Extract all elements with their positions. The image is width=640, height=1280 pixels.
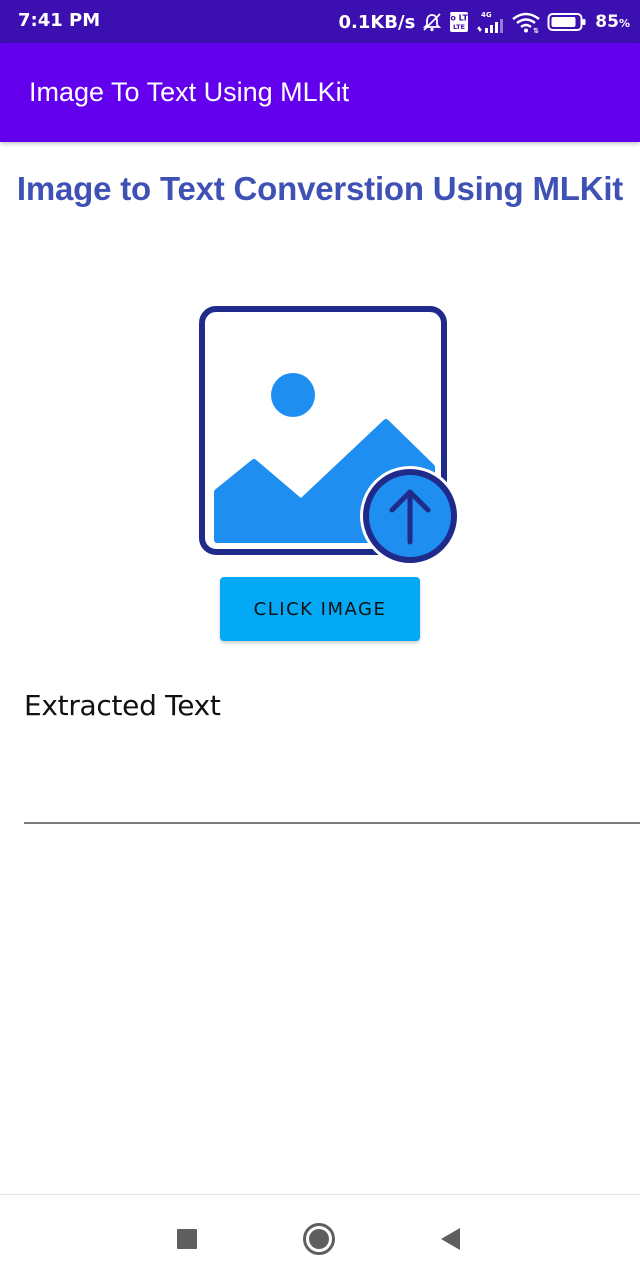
screen: 7:41 PM 0.1KB/s Vo LTE LTE 4G	[0, 0, 640, 1280]
home-button[interactable]	[301, 1221, 337, 1257]
cellular-signal-icon: 4G	[477, 11, 504, 33]
app-bar: Image To Text Using MLKit	[0, 43, 640, 142]
battery-level-text: 85%	[595, 12, 630, 32]
system-nav-bar	[0, 1194, 640, 1280]
status-time: 7:41 PM	[18, 10, 101, 31]
network-speed: 0.1KB/s	[338, 11, 416, 33]
extracted-text-field[interactable]	[24, 740, 640, 824]
home-circle-icon	[303, 1223, 335, 1255]
svg-text:⇅: ⇅	[533, 27, 539, 34]
recents-button[interactable]	[169, 1221, 205, 1257]
image-upload-icon[interactable]	[196, 302, 468, 574]
click-image-button[interactable]: CLICK IMAGE	[220, 577, 420, 641]
alarm-off-icon	[423, 13, 442, 32]
battery-icon	[547, 13, 586, 31]
wifi-icon: ⇅	[512, 12, 541, 34]
status-bar: 7:41 PM 0.1KB/s Vo LTE LTE 4G	[0, 0, 640, 43]
recents-square-icon	[177, 1229, 197, 1249]
svg-text:4G: 4G	[481, 11, 492, 19]
volte-icon: Vo LTE LTE	[449, 12, 469, 32]
back-button[interactable]	[432, 1221, 468, 1257]
extracted-text-label: Extracted Text	[24, 689, 221, 722]
svg-text:LTE: LTE	[453, 23, 465, 31]
page-heading: Image to Text Converstion Using MLKit	[16, 170, 624, 207]
app-title: Image To Text Using MLKit	[29, 77, 350, 107]
svg-text:Vo LTE: Vo LTE	[449, 14, 469, 23]
back-triangle-icon	[441, 1228, 460, 1250]
status-icons: 0.1KB/s Vo LTE LTE 4G	[338, 7, 630, 37]
